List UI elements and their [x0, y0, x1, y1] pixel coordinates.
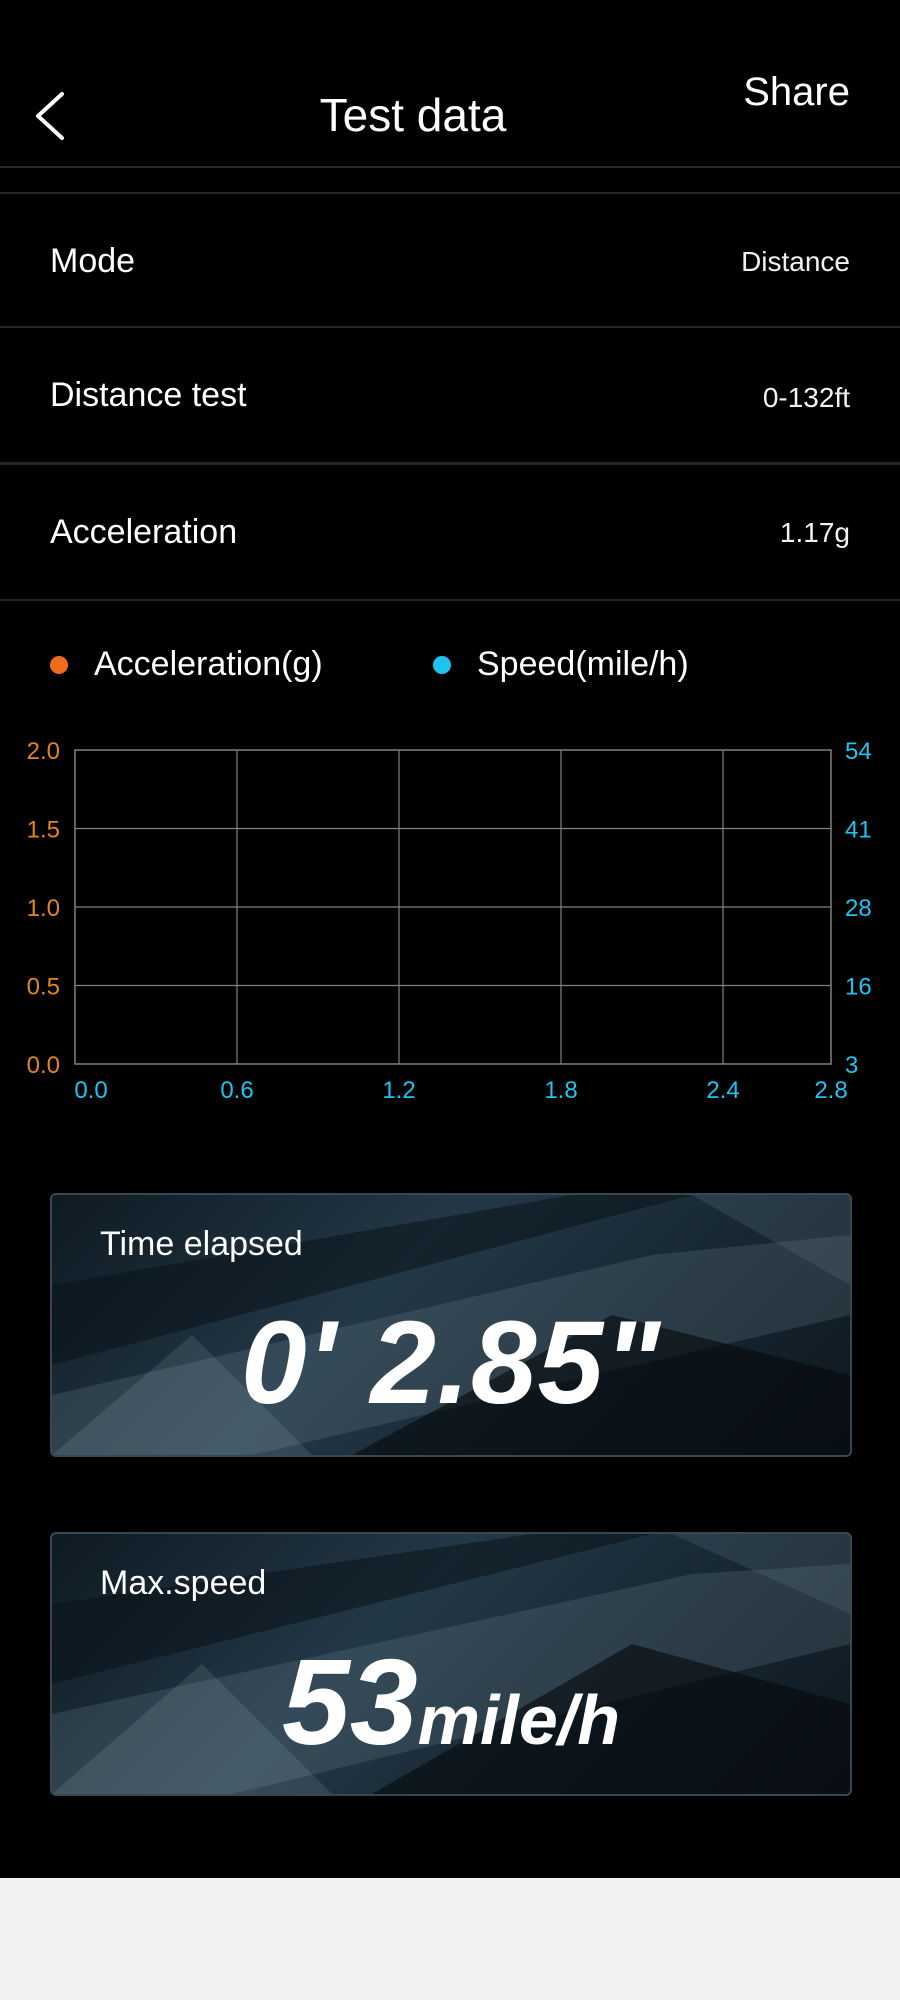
- legend-item-speed: Speed(mile/h): [433, 645, 689, 684]
- share-button[interactable]: Share: [743, 70, 850, 115]
- detail-label: Distance test: [50, 376, 247, 414]
- max-speed-label: Max.speed: [100, 1564, 267, 1602]
- x-tick-label: 0.0: [74, 1077, 107, 1104]
- detail-row-mode: Mode Distance: [0, 192, 900, 326]
- y-left-tick-label: 2.0: [27, 738, 60, 765]
- detail-value: Distance: [741, 246, 850, 277]
- legend-dot-acceleration: [50, 655, 68, 674]
- y-right-tick-label: 54: [845, 738, 872, 765]
- legend-label: Acceleration(g): [94, 645, 323, 683]
- acceleration-speed-chart: 0.0 3 0.5 16 1.0 28 1.5 41 2.0 54 0.0 0.6 1.2 1.8 2.4 2…: [27, 738, 872, 1104]
- detail-row-acceleration: Acceleration 1.17g: [0, 462, 900, 601]
- max-speed-unit: mile/h: [417, 1681, 620, 1759]
- y-left-tick-label: 0.0: [27, 1052, 60, 1079]
- detail-label: Mode: [50, 242, 136, 280]
- detail-row-distance-test: Distance test 0-132ft: [0, 326, 900, 460]
- y-right-tick-label: 16: [845, 974, 872, 1001]
- y-left-tick-label: 0.5: [27, 974, 60, 1001]
- y-right-tick-label: 28: [845, 895, 872, 922]
- header: Test data Share: [0, 0, 900, 168]
- chart-legend: Acceleration(g) Speed(mile/h): [0, 645, 900, 705]
- y-left-tick-label: 1.0: [27, 895, 60, 922]
- max-speed-readout: 53mile/h: [52, 1632, 850, 1772]
- time-elapsed-value: 0' 2.85": [240, 1297, 662, 1429]
- legend-dot-speed: [433, 655, 451, 674]
- time-elapsed-card: Time elapsed 0' 2.85": [50, 1193, 852, 1457]
- x-tick-label: 2.4: [706, 1077, 739, 1104]
- y-left-tick-label: 1.5: [27, 817, 60, 844]
- x-tick-label: 2.8: [814, 1077, 847, 1104]
- max-speed-value: 53: [282, 1634, 418, 1770]
- detail-value: 1.17g: [779, 517, 850, 548]
- y-right-tick-label: 3: [845, 1052, 858, 1079]
- time-elapsed-label: Time elapsed: [100, 1225, 303, 1263]
- legend-item-acceleration: Acceleration(g): [50, 645, 323, 684]
- x-tick-label: 0.6: [220, 1077, 253, 1104]
- x-tick-label: 1.8: [544, 1077, 577, 1104]
- detail-label: Acceleration: [50, 513, 238, 551]
- detail-value: 0-132ft: [762, 382, 850, 413]
- page-title: Test data: [319, 89, 507, 141]
- max-speed-card: Max.speed 53mile/h: [50, 1532, 852, 1796]
- legend-label: Speed(mile/h): [477, 645, 689, 683]
- screen: Test data Share Mode Distance Distance t…: [0, 0, 900, 1878]
- x-tick-label: 1.2: [382, 1077, 415, 1104]
- y-right-tick-label: 41: [845, 817, 872, 844]
